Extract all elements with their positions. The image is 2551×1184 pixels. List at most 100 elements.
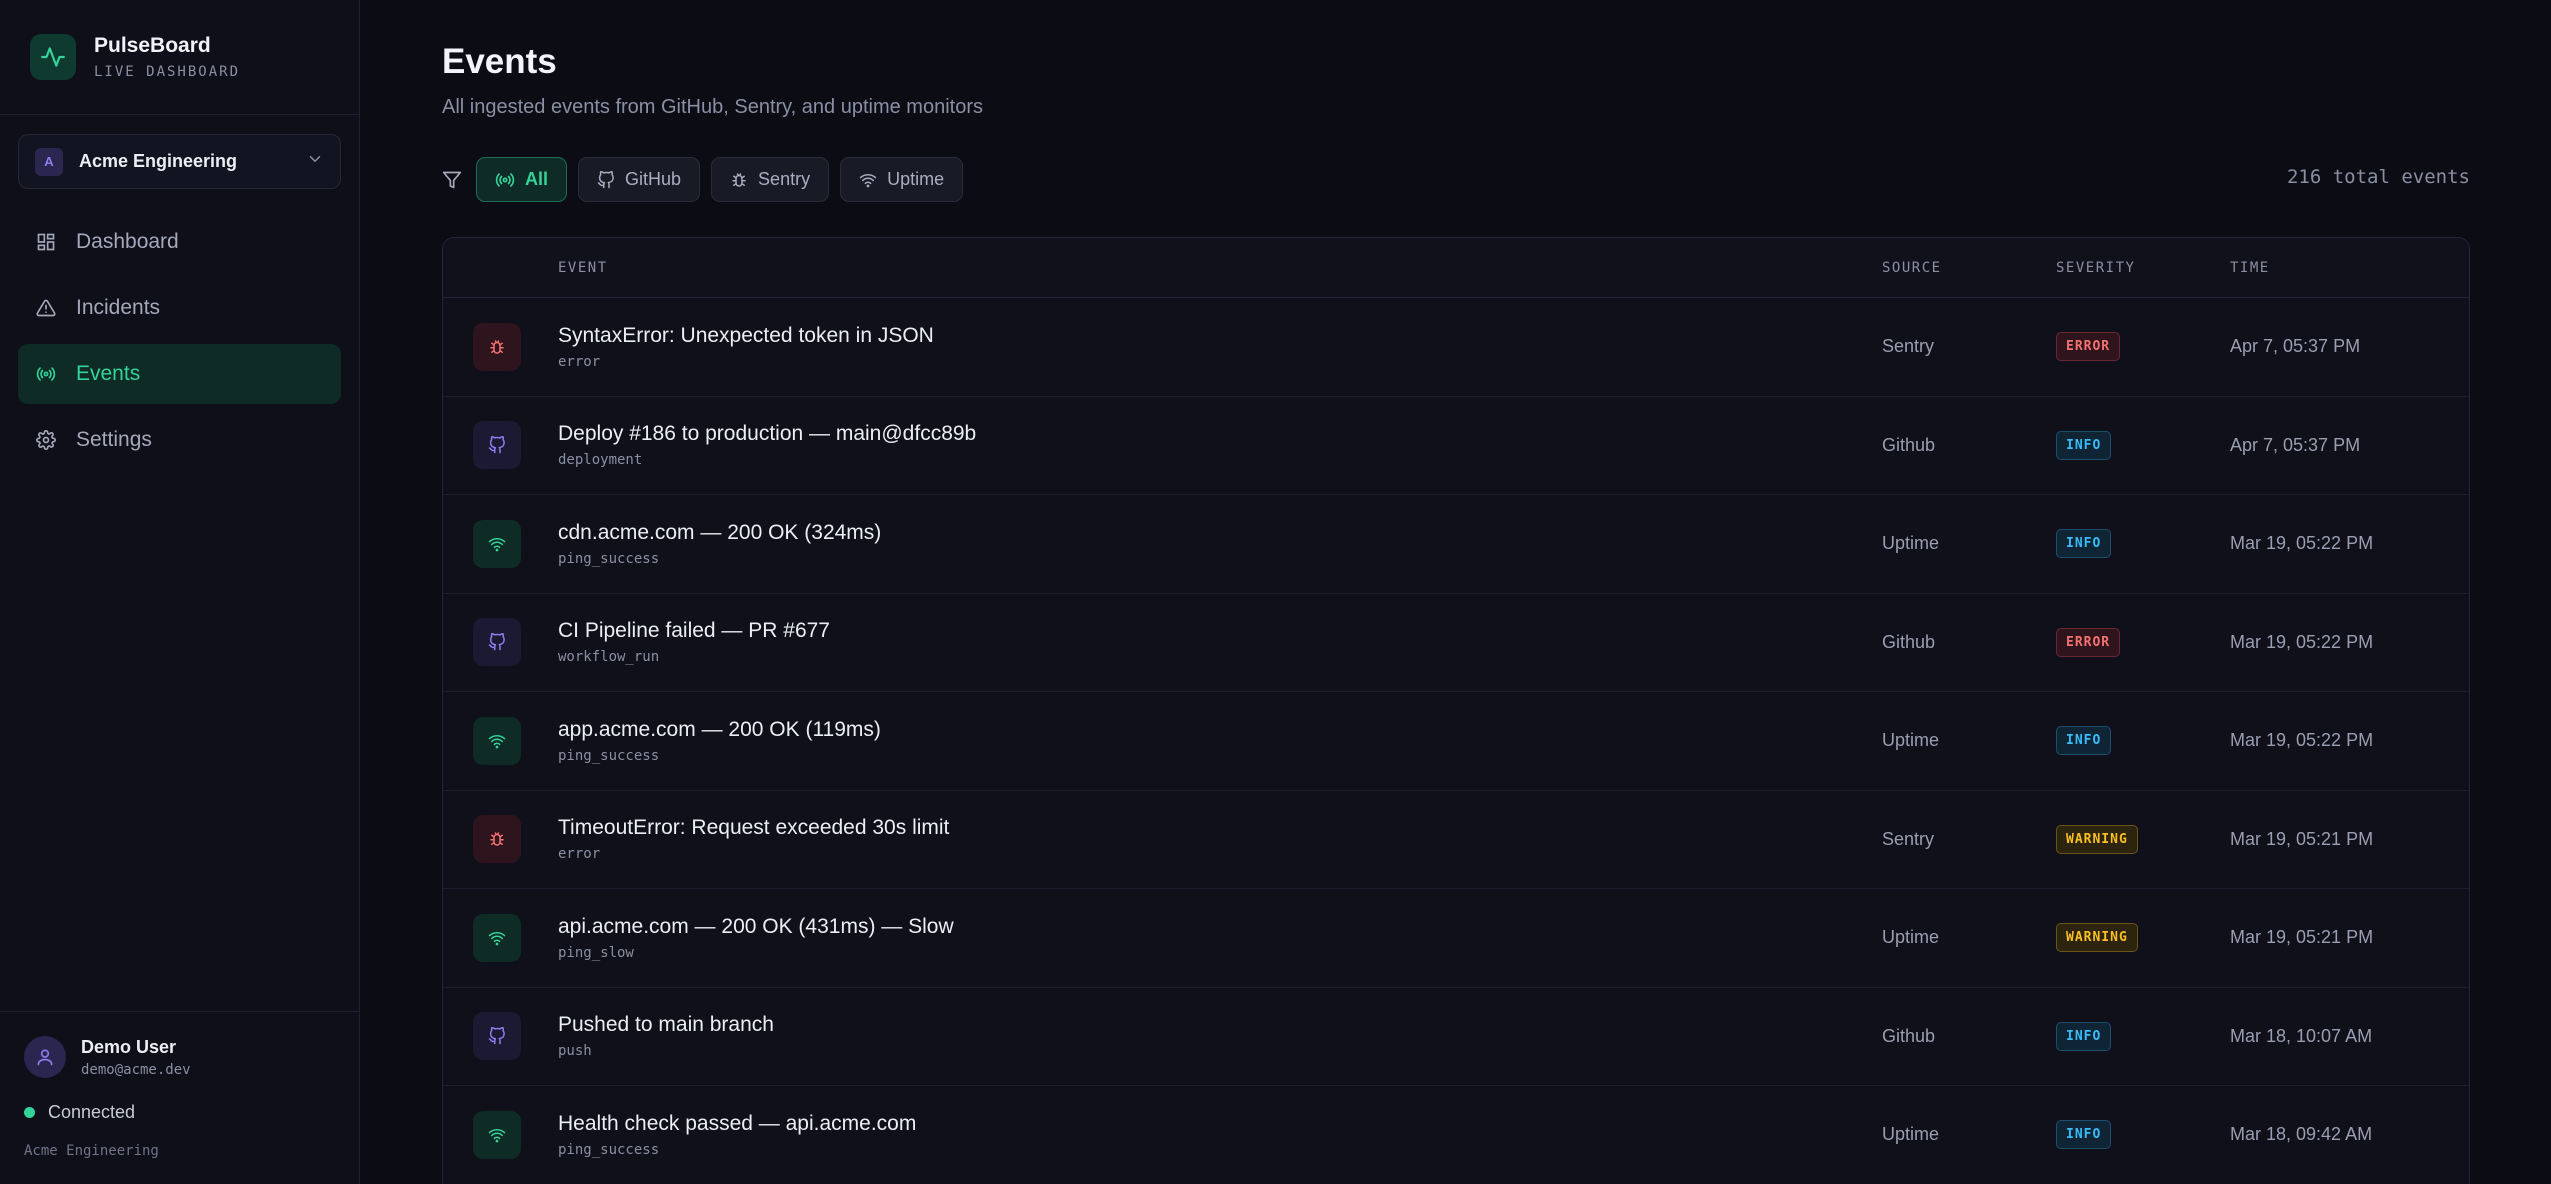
sidebar-item-settings[interactable]: Settings (18, 410, 341, 470)
event-time: Mar 19, 05:22 PM (2230, 631, 2374, 652)
filter-icon (442, 170, 462, 190)
sidebar: PulseBoard LIVE DASHBOARD A Acme Enginee… (0, 0, 360, 1184)
event-source: Uptime (1882, 533, 1940, 554)
sidebar-nav: Dashboard Incidents Events Settings (18, 212, 341, 476)
workspace-name: Acme Engineering (24, 1143, 159, 1159)
wifi-icon (859, 171, 877, 189)
table-row[interactable]: CI Pipeline failed — PR #677 workflow_run… (443, 594, 2469, 692)
event-time: Mar 19, 05:21 PM (2230, 828, 2374, 849)
event-time: Apr 7, 05:37 PM (2230, 336, 2361, 357)
event-title: Deploy #186 to production — main@dfcc89b (558, 422, 977, 446)
event-source: Uptime (1882, 1124, 1940, 1145)
filter-chip-label: GitHub (625, 169, 682, 189)
table-row[interactable]: TimeoutError: Request exceeded 30s limit… (443, 791, 2469, 889)
severity-badge: INFO (2056, 1120, 2112, 1150)
event-source: Sentry (1882, 336, 1935, 357)
event-type: ping_slow (558, 944, 634, 961)
org-name: Acme Engineering (79, 151, 238, 171)
wifi-icon (473, 519, 521, 568)
filter-chip-sentry[interactable]: Sentry (711, 157, 830, 202)
event-type: workflow_run (558, 649, 660, 666)
table-row[interactable]: cdn.acme.com — 200 OK (324ms) ping_succes… (443, 495, 2469, 594)
table-row[interactable]: Deploy #186 to production — main@dfcc89b… (443, 397, 2469, 495)
wifi-icon (473, 1110, 521, 1159)
github-icon (473, 618, 521, 667)
chevron-down-icon (306, 150, 324, 173)
severity-badge: INFO (2056, 726, 2112, 756)
events-table: EVENT SOURCE SEVERITY TIME SyntaxError: … (442, 237, 2470, 1184)
brand[interactable]: PulseBoard LIVE DASHBOARD (0, 0, 359, 115)
sidebar-item-label: Events (76, 362, 141, 385)
sidebar-item-dashboard[interactable]: Dashboard (18, 212, 341, 272)
radio-icon (36, 364, 56, 384)
sidebar-item-label: Settings (76, 428, 152, 451)
bug-icon (473, 322, 521, 371)
app-name: PulseBoard (94, 34, 211, 57)
sidebar-item-incidents[interactable]: Incidents (18, 278, 341, 338)
column-header-event[interactable]: EVENT (558, 260, 1882, 276)
severity-badge: WARNING (2056, 923, 2138, 953)
severity-badge: ERROR (2056, 627, 2121, 657)
sidebar-item-events[interactable]: Events (18, 344, 341, 404)
event-source: Github (1882, 631, 1936, 652)
filter-chip-all[interactable]: All (476, 157, 568, 202)
user-profile[interactable]: Demo User demo@acme.dev (24, 1036, 336, 1078)
filter-chip-label: Sentry (758, 169, 811, 189)
filter-bar: All GitHub Sentry Uptime (442, 157, 974, 202)
event-source: Sentry (1882, 828, 1935, 849)
user-email: demo@acme.dev (81, 1061, 191, 1078)
table-header: EVENT SOURCE SEVERITY TIME (443, 238, 2469, 298)
event-title: Pushed to main branch (558, 1013, 774, 1037)
table-row[interactable]: api.acme.com — 200 OK (431ms) — Slow ping… (443, 889, 2469, 988)
event-type: ping_success (558, 747, 660, 764)
event-title: Health check passed — api.acme.com (558, 1111, 917, 1135)
filter-chip-github[interactable]: GitHub (578, 157, 701, 202)
avatar (24, 1036, 66, 1078)
event-source: Github (1882, 1025, 1936, 1046)
column-header-source[interactable]: SOURCE (1882, 260, 2056, 276)
event-type: ping_success (558, 550, 660, 567)
event-time: Mar 18, 09:42 AM (2230, 1124, 2373, 1145)
table-row[interactable]: Health check passed — api.acme.com ping_s… (443, 1086, 2469, 1184)
event-type: error (558, 353, 601, 370)
user-panel: Demo User demo@acme.dev Connected Acme E… (0, 1011, 360, 1159)
table-row[interactable]: Pushed to main branch push Github INFO Mar 1… (443, 988, 2469, 1086)
filter-chip-uptime[interactable]: Uptime (840, 157, 964, 202)
event-title: app.acme.com — 200 OK (119ms) (558, 717, 881, 741)
connection-status: Connected (24, 1102, 336, 1123)
event-title: cdn.acme.com — 200 OK (324ms) (558, 520, 882, 544)
event-title: SyntaxError: Unexpected token in JSON (558, 323, 934, 347)
event-time: Mar 18, 10:07 AM (2230, 1025, 2373, 1046)
event-time: Mar 19, 05:22 PM (2230, 730, 2374, 751)
connection-label: Connected (48, 1102, 136, 1122)
github-icon (597, 170, 615, 189)
alert-triangle-icon (36, 298, 56, 318)
filter-chip-label: All (525, 169, 549, 189)
table-row[interactable]: app.acme.com — 200 OK (119ms) ping_succes… (443, 692, 2469, 791)
event-time: Apr 7, 05:37 PM (2230, 434, 2361, 455)
bug-icon (730, 171, 748, 189)
sidebar-item-label: Dashboard (76, 230, 179, 253)
filter-chip-label: Uptime (887, 169, 945, 189)
event-source: Uptime (1882, 927, 1940, 948)
app-subtitle: LIVE DASHBOARD (94, 64, 241, 80)
user-name: Demo User (81, 1036, 177, 1057)
org-avatar: A (35, 147, 63, 176)
page-title: Events (442, 42, 557, 81)
table-row[interactable]: SyntaxError: Unexpected token in JSON err… (443, 298, 2469, 397)
event-title: CI Pipeline failed — PR #677 (558, 619, 830, 643)
sidebar-item-label: Incidents (76, 296, 161, 319)
pulse-logo-icon (30, 34, 76, 80)
total-events-count: 216 total events (2286, 166, 2470, 188)
event-source: Github (1882, 434, 1936, 455)
bug-icon (473, 815, 521, 864)
column-header-severity[interactable]: SEVERITY (2056, 260, 2230, 276)
severity-badge: INFO (2056, 430, 2112, 460)
severity-badge: INFO (2056, 1021, 2112, 1051)
severity-badge: WARNING (2056, 824, 2138, 854)
event-time: Mar 19, 05:21 PM (2230, 927, 2374, 948)
severity-badge: ERROR (2056, 332, 2121, 362)
org-switcher[interactable]: A Acme Engineering (18, 134, 341, 189)
github-icon (473, 1012, 521, 1061)
column-header-time[interactable]: TIME (2230, 260, 2469, 276)
